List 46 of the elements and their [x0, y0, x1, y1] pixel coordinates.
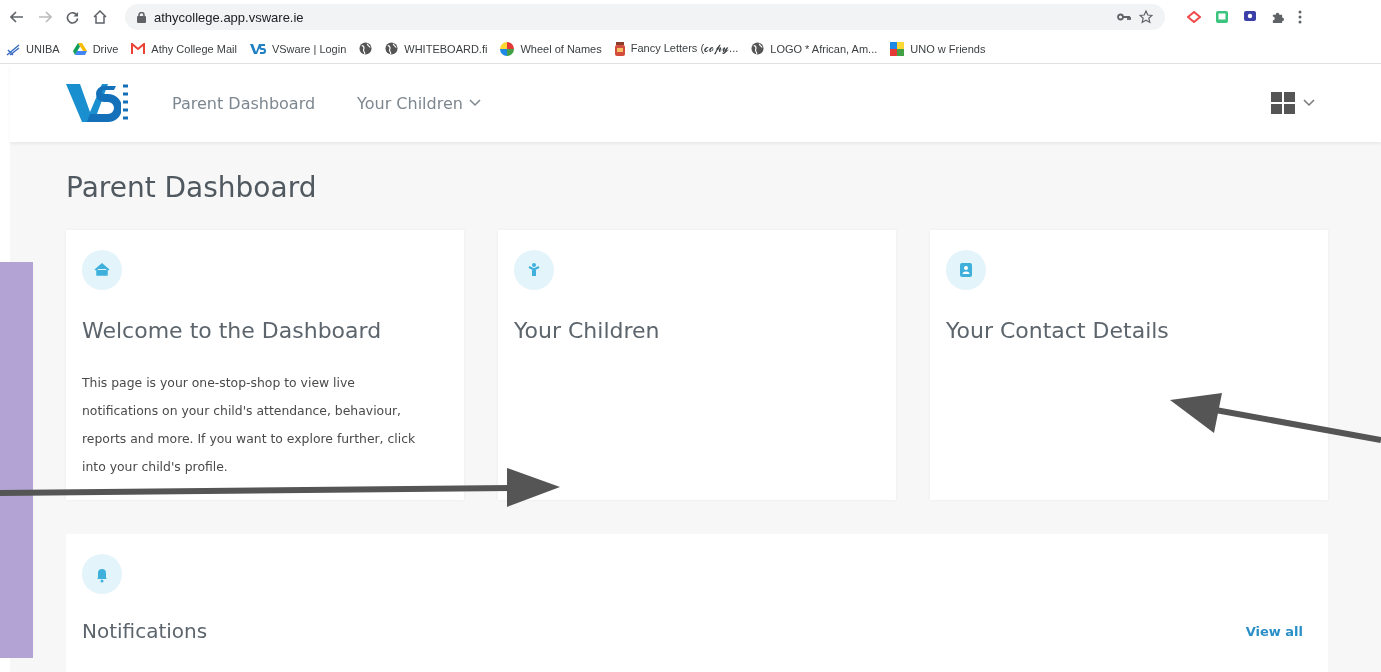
bookmark-link[interactable]: Fancy Letters (𝓬𝓸𝓹𝔂... [630, 42, 739, 55]
bookmark-link[interactable]: Drive [92, 42, 119, 55]
address-bar[interactable]: athycollege.app.vsware.ie [125, 4, 1165, 30]
vs-logo-icon [249, 42, 266, 55]
jar-icon [614, 41, 625, 56]
chevron-down-icon [468, 99, 481, 107]
url-text: athycollege.app.vsware.ie [154, 9, 304, 25]
chevron-down-icon[interactable] [1303, 99, 1315, 107]
person-icon [514, 250, 554, 290]
bookmark-link[interactable]: LOGO * African, Am... [770, 42, 878, 55]
card-title: Your Children [514, 317, 661, 345]
bookmark-link[interactable]: WHITEBOARD.fi [404, 42, 488, 55]
dashboard-card[interactable]: Your Children [498, 230, 896, 500]
view-all-link[interactable]: View all [1245, 623, 1303, 639]
card-title: Your Contact Details [946, 317, 1170, 345]
home-icon[interactable] [93, 10, 107, 24]
bookmark-link[interactable]: Wheel of Names [520, 42, 602, 55]
star-icon[interactable] [1139, 10, 1153, 24]
bell-icon [82, 554, 122, 594]
triangle-logo-icon [72, 42, 87, 55]
bookmark-link[interactable]: VSware | Login [271, 42, 347, 55]
dashboard-card[interactable]: Your Contact Details [930, 230, 1328, 500]
lock-icon [137, 11, 146, 23]
bookmark-link[interactable]: UNIBA [26, 42, 60, 55]
bookmark-link[interactable]: UNO w Friends [910, 42, 986, 55]
envelope-m-icon [131, 43, 146, 54]
back-icon[interactable] [10, 11, 24, 23]
colored-tiles-icon [890, 41, 905, 56]
wheel-icon [500, 41, 515, 56]
nav-link[interactable]: Parent Dashboard [172, 93, 316, 113]
extension-icon[interactable] [1187, 11, 1201, 23]
card-title: Welcome to the Dashboard [82, 317, 383, 345]
apps-grid-icon[interactable] [1271, 92, 1295, 114]
house-icon [82, 250, 122, 290]
nav-dropdown[interactable]: Your Children [357, 93, 481, 113]
page-title: Parent Dashboard [66, 170, 318, 206]
card-title: Notifications [82, 618, 208, 645]
dashboard-card[interactable] [66, 230, 464, 500]
reload-icon[interactable] [66, 10, 79, 24]
card-description: This page is your one-stop-shop to view live notifications on your child's attendance, behaviour, reports and more. If you want to explore further, click into your child's profile. [82, 374, 417, 476]
bookmark-link[interactable]: Athy College Mail [151, 42, 237, 55]
contact-card-icon [946, 250, 986, 290]
key-icon[interactable] [1117, 13, 1131, 21]
extension-icon[interactable] [1243, 10, 1257, 24]
puzzle-icon[interactable] [1271, 10, 1284, 24]
more-icon[interactable] [1298, 10, 1302, 24]
